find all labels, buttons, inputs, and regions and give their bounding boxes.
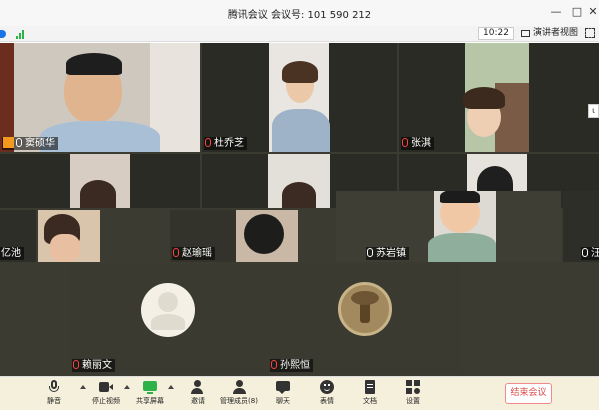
video-tile-p1[interactable]: 窦硕华	[0, 43, 200, 152]
speaker-view-label: 演讲者视图	[533, 28, 579, 38]
participant-name: 汪	[591, 248, 599, 259]
participant-name: 赵瑜瑶	[182, 248, 212, 259]
participant-hair	[282, 61, 318, 83]
share-screen-button[interactable]: 共享屏幕	[130, 379, 170, 406]
meeting-clock: 10:22	[478, 27, 514, 40]
default-avatar-icon	[141, 283, 195, 337]
participant-name-tag: 汪	[581, 247, 599, 260]
share-screen-icon	[143, 380, 157, 394]
microphone-icon	[582, 248, 588, 257]
microphone-icon	[16, 138, 22, 147]
stop-video-label: 停止视频	[92, 397, 120, 405]
microphone-muted-icon	[402, 138, 408, 147]
video-grid: 窦硕华 杜乔芝 张淇 亿池 赵瑜瑶 苏岩镇 汪 赖丽文 孙熙恒 ι	[0, 43, 599, 376]
emoji-icon	[320, 380, 334, 394]
avatar	[338, 282, 392, 336]
status-bar: 10:22 演讲者视图	[0, 26, 599, 42]
emoji-button[interactable]: 表情	[307, 379, 347, 406]
participant-name: 杜乔芝	[214, 138, 244, 149]
video-tile-blank-a[interactable]	[38, 210, 168, 262]
network-icon[interactable]	[0, 30, 6, 38]
documents-label: 文档	[363, 397, 377, 405]
side-panel-handle[interactable]: ι	[588, 104, 599, 118]
video-tile-p4[interactable]: 亿池	[0, 210, 36, 262]
participant-hair	[463, 87, 505, 109]
mute-label: 静音	[47, 397, 61, 405]
video-tile-p7[interactable]: 汪	[563, 191, 599, 262]
manage-members-button[interactable]: 管理成员(8)	[219, 379, 259, 406]
participant-shirt	[272, 109, 330, 152]
microphone-muted-icon	[173, 248, 179, 257]
minimize-button[interactable]: —	[548, 4, 564, 20]
participant-name: 孙熙恒	[280, 360, 310, 371]
participant-name: 张淇	[411, 138, 431, 149]
participant-name: 亿池	[1, 248, 21, 259]
share-screen-label: 共享屏幕	[136, 397, 164, 405]
participant-shirt	[40, 121, 160, 152]
participant-name: 苏岩镇	[376, 248, 406, 259]
signal-strength-icon[interactable]	[16, 29, 26, 39]
participant-name-tag: 孙熙恒	[270, 359, 313, 372]
share-options-chevron-icon[interactable]	[168, 385, 174, 389]
settings-label: 设置	[406, 397, 420, 405]
participant-name: 赖丽文	[82, 360, 112, 371]
participant-hair	[80, 180, 116, 208]
participant-hair	[244, 214, 284, 254]
document-icon	[363, 380, 377, 394]
chat-icon	[276, 380, 290, 394]
video-camera-icon	[99, 380, 113, 394]
fullscreen-icon[interactable]	[585, 28, 595, 38]
window-title: 腾讯会议 会议号: 101 590 212	[227, 10, 372, 21]
emoji-label: 表情	[320, 397, 334, 405]
invite-icon	[191, 380, 205, 394]
participant-name-tag: 张淇	[401, 137, 434, 150]
video-tile-p9[interactable]: 孙熙恒	[268, 264, 462, 374]
participant-name-tag: 亿池	[0, 247, 24, 260]
chat-button[interactable]: 聊天	[263, 379, 303, 406]
settings-icon	[406, 380, 420, 394]
participant-name-tag: 窦硕华	[2, 137, 58, 150]
participant-name: 窦硕华	[25, 138, 55, 149]
participant-hair	[66, 53, 122, 75]
invite-label: 邀请	[191, 397, 205, 405]
maximize-button[interactable]: □	[569, 4, 585, 20]
video-tile-p2[interactable]: 杜乔芝	[202, 43, 397, 152]
participant-name-tag: 苏岩镇	[366, 247, 409, 260]
meeting-toolbar: 静音 停止视频 共享屏幕 邀请 管理成员(8) 聊天 表情 文档 设置 结束会议	[0, 376, 599, 410]
microphone-muted-icon	[73, 360, 79, 369]
speaker-view-button[interactable]: 演讲者视图	[521, 27, 578, 40]
participant-face	[50, 234, 80, 262]
participant-hair	[282, 182, 316, 208]
video-tile-p5[interactable]: 赵瑜瑶	[170, 210, 298, 262]
documents-button[interactable]: 文档	[350, 379, 390, 406]
microphone-muted-icon	[205, 138, 211, 147]
participant-name-tag: 赵瑜瑶	[172, 247, 215, 260]
microphone-muted-icon	[271, 360, 277, 369]
invite-button[interactable]: 邀请	[178, 379, 218, 406]
video-tile-p8[interactable]: 赖丽文	[70, 264, 266, 374]
chat-label: 聊天	[276, 397, 290, 405]
participant-hair	[440, 191, 480, 203]
participant-shirt	[428, 233, 496, 262]
participant-name-tag: 杜乔芝	[204, 137, 247, 150]
speaker-view-icon	[521, 30, 530, 37]
video-tile-hidden-1[interactable]	[0, 154, 200, 208]
video-tile-p3[interactable]: 张淇	[399, 43, 599, 152]
host-badge-icon	[3, 137, 14, 148]
stop-video-button[interactable]: 停止视频	[86, 379, 126, 406]
manage-members-label: 管理成员(8)	[220, 397, 258, 405]
participant-name-tag: 赖丽文	[72, 359, 115, 372]
members-icon	[232, 380, 246, 394]
settings-button[interactable]: 设置	[393, 379, 433, 406]
end-meeting-button[interactable]: 结束会议	[505, 383, 552, 404]
title-bar: 腾讯会议 会议号: 101 590 212 — □ ✕	[0, 0, 599, 26]
close-button[interactable]: ✕	[585, 4, 599, 20]
video-tile-p6[interactable]: 苏岩镇	[336, 191, 561, 262]
mute-button[interactable]: 静音	[34, 379, 74, 406]
microphone-icon	[47, 380, 61, 394]
microphone-icon	[367, 248, 373, 257]
